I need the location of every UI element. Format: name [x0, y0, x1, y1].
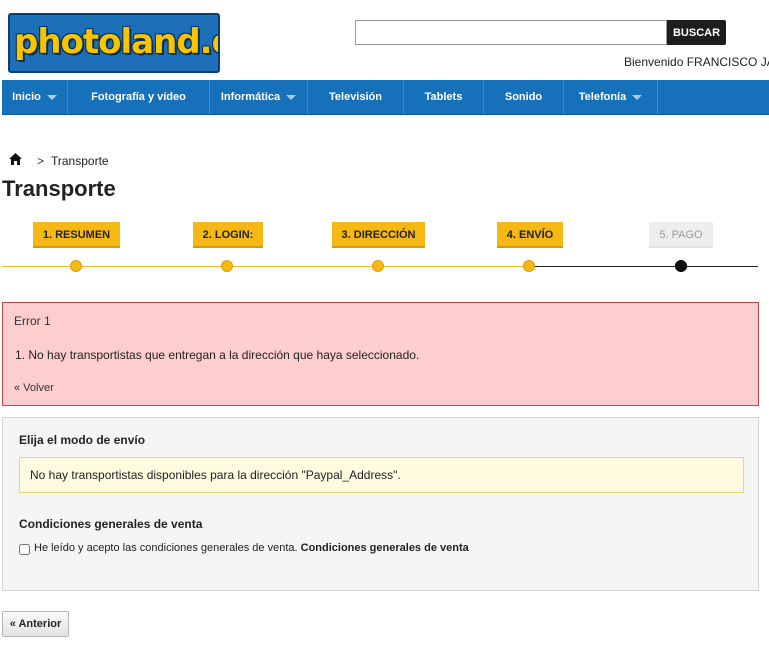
chevron-down-icon	[286, 94, 297, 100]
nav-item-fotografia[interactable]: Fotografía y vídeo	[68, 80, 210, 114]
step-envio: 4. ENVÍO	[497, 222, 563, 248]
nav-item-label: Telefonía	[578, 91, 627, 103]
nav-item-label: Televisión	[329, 91, 382, 103]
nav-item-informatica[interactable]: Informática	[210, 80, 308, 114]
chevron-down-icon	[632, 94, 643, 100]
terms-link[interactable]: Condiciones generales de venta	[301, 542, 469, 554]
search-input[interactable]	[355, 20, 667, 45]
nav-item-label: Informática	[220, 91, 281, 103]
nav-item-label: Tablets	[424, 91, 463, 103]
page-title: Transporte	[2, 176, 116, 201]
step-dot-login	[221, 260, 233, 272]
nav-item-telefonia[interactable]: Telefonía	[564, 80, 658, 114]
nav-item-inicio[interactable]: Inicio	[2, 80, 68, 114]
back-link[interactable]: « Volver	[14, 382, 54, 394]
chevron-down-icon	[46, 94, 57, 100]
shipping-panel: Elija el modo de envío No hay transporti…	[2, 417, 759, 591]
nav-item-television[interactable]: Televisión	[308, 80, 404, 114]
shipping-title: Elija el modo de envío	[19, 433, 146, 447]
breadcrumb-separator: >	[37, 154, 45, 168]
no-carriers-warning: No hay transportistas disponibles para l…	[19, 457, 744, 493]
nav-item-label: Fotografía y vídeo	[91, 91, 186, 103]
terms-title: Condiciones generales de venta	[19, 517, 203, 531]
terms-label-row: He leído y acepto las condiciones genera…	[34, 542, 469, 554]
welcome-text: Bienvenido FRANCISCO JA	[624, 55, 769, 69]
step-dot-pago	[675, 260, 687, 272]
search-button[interactable]: BUSCAR	[667, 20, 726, 45]
step-direccion[interactable]: 3. DIRECCIÓN	[332, 222, 425, 248]
step-login[interactable]: 2. LOGIN:	[193, 222, 263, 248]
breadcrumb-current: Transporte	[51, 154, 109, 168]
nav-item-tablets[interactable]: Tablets	[404, 80, 484, 114]
terms-checkbox-label: He leído y acepto las condiciones genera…	[34, 542, 298, 554]
main-nav: Inicio Fotografía y vídeo Informática Te…	[2, 80, 769, 115]
error-title: Error 1	[14, 314, 51, 328]
step-dot-resumen	[70, 260, 82, 272]
nav-item-label: Inicio	[12, 91, 41, 103]
nav-item-label: Sonido	[504, 91, 543, 103]
photoland-logo[interactable]: photoland.es	[8, 13, 220, 73]
steps-remaining-line	[530, 266, 758, 267]
terms-checkbox[interactable]	[19, 544, 30, 555]
nav-item-sonido[interactable]: Sonido	[484, 80, 564, 114]
previous-button[interactable]: « Anterior	[2, 611, 69, 637]
step-dot-direccion	[372, 260, 384, 272]
logo-text: photoland.es	[14, 22, 218, 62]
error-alert: Error 1 1. No hay transportistas que ent…	[2, 302, 759, 406]
step-dot-envio	[523, 260, 535, 272]
step-pago: 5. PAGO	[649, 222, 713, 248]
step-resumen[interactable]: 1. RESUMEN	[33, 222, 120, 248]
error-message: 1. No hay transportistas que entregan a …	[15, 348, 420, 362]
home-icon[interactable]	[9, 153, 22, 165]
